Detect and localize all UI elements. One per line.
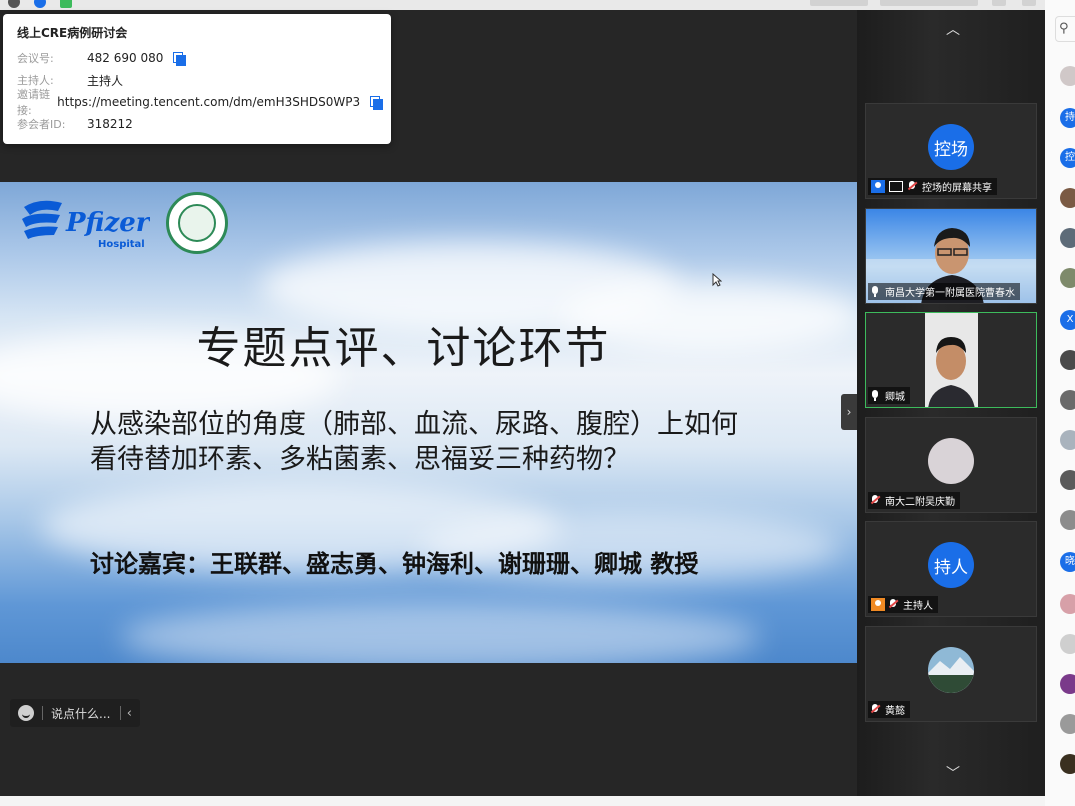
participant-tile-active[interactable]: 卿城 [865,312,1037,408]
search-icon[interactable]: ⚲ [1055,16,1075,42]
mic-muted-icon [889,599,897,610]
avatar: 持人 [928,542,974,588]
top-toolbar [0,0,1075,10]
pfizer-logo: Pfizer Hospital [22,200,150,250]
avatar[interactable] [1060,350,1075,370]
participant-tile[interactable]: 黄懿 [865,626,1037,722]
mic-icon [871,286,879,297]
mouse-cursor-icon [712,273,722,287]
meeting-id-row: 会议号: 482 690 080 [17,47,377,69]
participant-name-bar: 黄懿 [868,701,910,718]
participant-id-row: 参会者ID: 318212 [17,117,133,131]
host-row: 主持人: 主持人 [17,73,124,88]
meeting-title: 线上CRE病例研讨会 [17,26,128,40]
chat-input[interactable]: 说点什么... ‹ [10,699,140,727]
signal-icon[interactable] [60,0,72,8]
avatar[interactable] [1060,268,1075,288]
presentation-slide: Pfizer Hospital 专题点评、讨论环节 从感染部位的角度（肺部、血流… [0,182,857,663]
avatar[interactable]: 晓 [1060,552,1075,572]
svg-text:Pfizer: Pfizer [65,208,150,238]
avatar [928,647,974,693]
participant-name-bar: 南大二附吴庆勤 [868,492,960,509]
chat-placeholder[interactable]: 说点什么... [51,705,120,722]
avatar[interactable]: 持 [1060,108,1075,128]
avatar[interactable] [1060,188,1075,208]
svg-text:Hospital: Hospital [98,239,145,250]
mic-muted-icon [908,181,916,192]
slide-title: 专题点评、讨论环节 [196,323,611,374]
avatar[interactable] [1060,510,1075,530]
collapse-gallery-handle[interactable]: › [841,394,857,430]
avatar[interactable] [1060,470,1075,490]
avatar[interactable] [1060,634,1075,654]
mic-muted-icon [871,704,879,715]
toolbar-button[interactable] [810,0,868,6]
screen-share-icon [889,181,903,192]
avatar[interactable] [1060,714,1075,734]
avatar[interactable]: X [1060,310,1075,330]
layout-icon[interactable] [1022,0,1036,6]
mic-icon [871,390,879,401]
slide-question: 从感染部位的角度（肺部、血流、尿路、腹腔）上如何 看待替加环素、多粘菌素、思福妥… [90,409,738,475]
avatar[interactable] [1060,674,1075,694]
avatar[interactable] [1060,66,1075,86]
avatar[interactable] [1060,430,1075,450]
avatar[interactable] [1060,754,1075,774]
participant-gallery: ︿ 控场 控场的屏幕共享 南昌大学第一附属医院曹春水 卿城 南大二附吴庆勤 持人… [857,10,1045,796]
participant-name-bar: 主持人 [868,596,938,613]
avatar [928,438,974,484]
bottom-toolbar [0,796,1045,806]
window-control-icon[interactable] [8,0,20,8]
user-badge-icon [871,180,885,193]
avatar[interactable]: 控 [1060,148,1075,168]
invite-link[interactable]: https://meeting.tencent.com/dm/emH3SHDS0… [57,95,360,109]
meeting-window: Pfizer Hospital 专题点评、讨论环节 从感染部位的角度（肺部、血流… [0,0,1075,806]
participant-name-bar: 南昌大学第一附属医院曹春水 [868,283,1020,300]
hospital-seal-logo [166,192,228,254]
copy-icon[interactable] [173,52,187,66]
avatar[interactable] [1060,228,1075,248]
invite-link-row: 邀请链接: https://meeting.tencent.com/dm/emH… [17,88,383,117]
avatar: 控场 [928,124,974,170]
meeting-info-card: 线上CRE病例研讨会 会议号: 482 690 080 主持人: 主持人 邀请链… [3,14,391,144]
meeting-id: 482 690 080 [87,51,164,65]
toolbar-button[interactable] [880,0,978,6]
participant-list-panel: ⚲ 持 控 X 晓 [1045,0,1075,806]
participant-name-bar: 控场的屏幕共享 [868,178,997,195]
collapse-chat-icon[interactable]: ‹ [127,706,132,721]
host-name: 主持人 [87,73,124,88]
avatar[interactable] [1060,594,1075,614]
avatar[interactable] [1060,390,1075,410]
emoji-icon[interactable] [18,705,34,721]
participant-tile[interactable]: 南昌大学第一附属医院曹春水 [865,208,1037,304]
copy-icon[interactable] [370,96,383,110]
fullscreen-icon[interactable] [992,0,1006,6]
participant-tile[interactable]: 控场 控场的屏幕共享 [865,103,1037,199]
participant-id: 318212 [87,117,133,131]
slide-guests: 讨论嘉宾：王联群、盛志勇、钟海利、谢珊珊、卿城 教授 [90,550,699,578]
host-badge-icon [871,598,885,611]
participant-name-bar: 卿城 [868,387,910,404]
mic-muted-icon [871,495,879,506]
participant-tile[interactable]: 南大二附吴庆勤 [865,417,1037,513]
app-icon[interactable] [34,0,46,8]
scroll-down-icon[interactable]: ﹀ [921,764,985,784]
participant-tile[interactable]: 持人 主持人 [865,521,1037,617]
scroll-up-icon[interactable]: ︿ [921,20,985,40]
